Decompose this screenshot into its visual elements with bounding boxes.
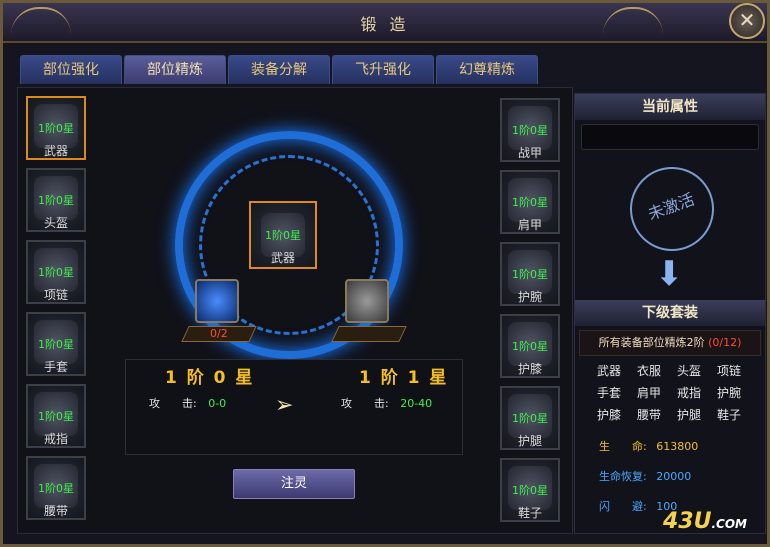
upgrade-arrow-icon: ➢ (275, 393, 294, 418)
slot-belt[interactable]: 1阶0星 腰带 (26, 456, 86, 520)
attr-label: 闪 避: (599, 500, 647, 513)
slot-name: 战甲 (517, 146, 542, 160)
center-name: 武器 (270, 251, 295, 265)
attr-label: 生 命: (599, 440, 647, 453)
down-arrow-icon: ⬇ (655, 254, 684, 294)
next-set-title: 下级套装 (575, 300, 765, 326)
slot-name: 头盔 (43, 216, 68, 230)
slot-ring[interactable]: 1阶0星 戒指 (26, 384, 86, 448)
slot-name: 武器 (43, 144, 68, 158)
set-part: 武器 (596, 364, 621, 378)
attr-value: 613800 (656, 440, 699, 453)
slot-level: 1阶0星 (38, 122, 74, 135)
tab-part-strengthen[interactable]: 部位强化 (20, 55, 122, 84)
set-text: 所有装备部位精炼2阶 (598, 336, 705, 349)
title-bar: 锻 造 ✕ (3, 3, 767, 43)
slot-name: 手套 (43, 360, 68, 374)
watermark-text: 43U (663, 509, 712, 534)
slot-name: 腰带 (43, 504, 68, 518)
slot-level: 1阶0星 (512, 412, 548, 425)
close-button[interactable]: ✕ (729, 3, 765, 39)
set-requirement: 所有装备部位精炼2阶 (0/12) (579, 330, 761, 356)
set-part: 戒指 (676, 386, 701, 400)
center-level: 1阶0星 (265, 229, 301, 242)
set-part: 衣服 (636, 364, 661, 378)
slot-level: 1阶0星 (512, 484, 548, 497)
slot-level: 1阶0星 (38, 194, 74, 207)
slot-name: 护腿 (517, 434, 542, 448)
slot-name: 项链 (43, 288, 68, 302)
attr-label: 生命恢复: (599, 470, 647, 483)
tab-ascend-strengthen[interactable]: 飞升强化 (332, 55, 434, 84)
material-count: 0/2 (181, 326, 257, 342)
slot-name: 戒指 (43, 432, 68, 446)
slot-bracer[interactable]: 1阶0星 护腕 (500, 242, 560, 306)
attr-value: 20000 (656, 470, 692, 483)
set-parts-list: 武器 衣服 头盔 项链 手套 肩甲 戒指 护腕 护膝 腰带 护腿 鞋子 (589, 360, 759, 426)
slot-level: 1阶0星 (512, 268, 548, 281)
attack-label: 攻 击: (149, 397, 197, 410)
slot-level: 1阶0星 (38, 410, 74, 423)
current-attack: 攻 击: 0-0 (149, 395, 226, 411)
current-level: 1 阶 0 星 (165, 368, 255, 388)
slot-weapon[interactable]: 1阶0星 武器 (26, 96, 86, 160)
attr-hp: 生 命: 613800 (599, 438, 698, 454)
window-title: 锻 造 (360, 15, 410, 34)
tab-illusion-refine[interactable]: 幻尊精炼 (436, 55, 538, 84)
forge-window: 锻 造 ✕ 部位强化 部位精炼 装备分解 飞升强化 幻尊精炼 1阶0星 武器 1… (0, 0, 770, 547)
slot-name: 护腕 (517, 290, 542, 304)
set-part: 头盔 (676, 364, 701, 378)
next-attack: 攻 击: 20-40 (341, 395, 432, 411)
set-part: 手套 (596, 386, 621, 400)
current-attr-bar (581, 124, 759, 150)
set-progress: (0/12) (708, 336, 742, 349)
attack-value: 20-40 (400, 397, 433, 410)
slot-kneepad[interactable]: 1阶0星 护膝 (500, 314, 560, 378)
attribute-panel: 当前属性 未激活 ⬇ 下级套装 所有装备部位精炼2阶 (0/12) 武器 衣服 头盔… (574, 93, 766, 534)
slot-name: 鞋子 (517, 506, 542, 520)
slot-level: 1阶0星 (512, 340, 548, 353)
slot-shoulder[interactable]: 1阶0星 肩甲 (500, 170, 560, 234)
site-watermark: 43U.COM (663, 509, 747, 534)
slot-level: 1阶0星 (38, 266, 74, 279)
attack-value: 0-0 (208, 397, 227, 410)
tab-equip-decompose[interactable]: 装备分解 (228, 55, 330, 84)
set-part: 护腿 (676, 408, 701, 422)
inactive-stamp: 未激活 (618, 155, 726, 263)
material2-count (331, 326, 407, 342)
set-part: 项链 (716, 364, 741, 378)
slot-leggings[interactable]: 1阶0星 护腿 (500, 386, 560, 450)
watermark-suffix: .COM (711, 517, 747, 531)
set-part: 护腕 (716, 386, 741, 400)
refine-orb-icon[interactable] (195, 279, 239, 323)
set-part: 鞋子 (716, 408, 741, 422)
slot-level: 1阶0星 (512, 196, 548, 209)
attack-label: 攻 击: (341, 397, 389, 410)
slot-helmet[interactable]: 1阶0星 头盔 (26, 168, 86, 232)
slot-shoes[interactable]: 1阶0星 鞋子 (500, 458, 560, 522)
slot-necklace[interactable]: 1阶0星 项链 (26, 240, 86, 304)
set-part: 护膝 (596, 408, 621, 422)
material-slot-icon[interactable] (345, 279, 389, 323)
slot-level: 1阶0星 (512, 124, 548, 137)
set-part: 腰带 (636, 408, 661, 422)
tab-part-refine[interactable]: 部位精炼 (124, 55, 226, 84)
slot-name: 肩甲 (517, 218, 542, 232)
slot-level: 1阶0星 (38, 338, 74, 351)
current-attr-title: 当前属性 (575, 94, 765, 120)
center-equip-slot[interactable]: 1阶0星 武器 (249, 201, 317, 269)
slot-name: 护膝 (517, 362, 542, 376)
attr-hp-regen: 生命恢复: 20000 (599, 468, 691, 484)
infuse-button[interactable]: 注灵 (233, 469, 355, 499)
slot-armor[interactable]: 1阶0星 战甲 (500, 98, 560, 162)
next-level: 1 阶 1 星 (359, 368, 449, 388)
slot-level: 1阶0星 (38, 482, 74, 495)
slot-gloves[interactable]: 1阶0星 手套 (26, 312, 86, 376)
set-part: 肩甲 (636, 386, 661, 400)
